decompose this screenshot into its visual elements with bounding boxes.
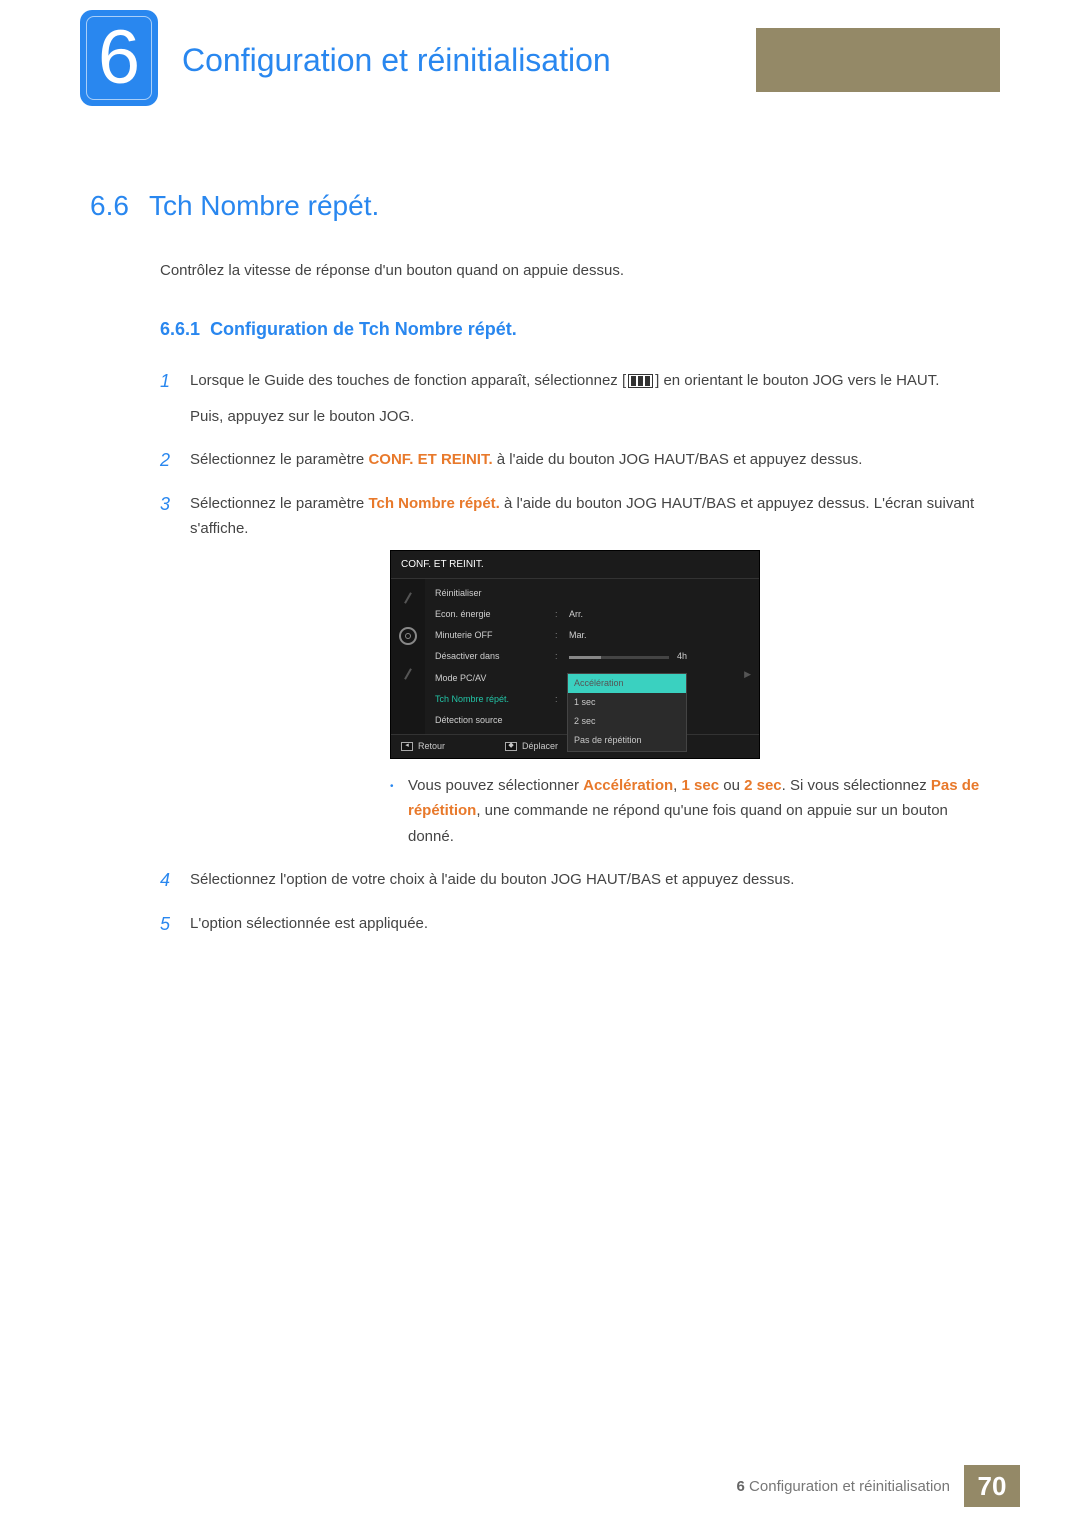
step-text: Puis, appuyez sur le bouton JOG.: [190, 408, 414, 425]
colon: :: [555, 649, 569, 664]
osd-main: Réinitialiser Econ. énergie:Arr. Minuter…: [425, 579, 759, 734]
osd-footer-label: Déplacer: [522, 739, 558, 754]
colon: :: [555, 607, 569, 622]
section-number: 6.6: [90, 190, 129, 221]
step-text: L'option sélectionnée est appliquée.: [190, 915, 428, 932]
step-text: Sélectionnez le paramètre: [190, 451, 368, 468]
page-content: 6.6 Tch Nombre répét. Contrôlez la vitess…: [0, 130, 1080, 936]
osd-footer-item: ◆ Déplacer: [505, 739, 558, 754]
step-text: Lorsque le Guide des touches de fonction…: [190, 372, 626, 389]
divider-icon: [404, 668, 412, 679]
osd-label: Econ. énergie: [435, 607, 555, 622]
osd-body: Réinitialiser Econ. énergie:Arr. Minuter…: [391, 579, 759, 734]
osd-footer-item: ◂ Retour: [401, 739, 445, 754]
osd-footer-label: Retour: [418, 739, 445, 754]
subsection-number: 6.6.1: [160, 319, 200, 339]
arrow-right-icon: ▶: [744, 667, 751, 682]
step-number: 3: [160, 489, 170, 520]
step-number: 2: [160, 445, 170, 476]
ui-term: CONF. ET REINIT.: [368, 451, 492, 468]
chapter-title: Configuration et réinitialisation: [182, 42, 629, 79]
footer-chapter-number: 6: [737, 1478, 745, 1495]
osd-sidebar: [391, 579, 425, 734]
chapter-number: 6: [98, 20, 140, 96]
osd-title: CONF. ET REINIT.: [391, 551, 759, 579]
step-text: à l'aide du bouton JOG HAUT/BAS et appuy…: [493, 451, 863, 468]
step-number: 5: [160, 909, 170, 940]
step-3: 3 Sélectionnez le paramètre Tch Nombre r…: [160, 491, 990, 850]
osd-row: Econ. énergie:Arr.: [425, 604, 759, 625]
bullet-text: . Si vous sélectionnez: [782, 777, 931, 794]
osd-label: Mode PC/AV: [435, 671, 555, 686]
ui-term: 2 sec: [744, 777, 782, 794]
osd-label: Tch Nombre répét.: [435, 692, 555, 707]
osd-row: Désactiver dans: 4h: [425, 646, 759, 667]
chapter-number-tab: 6: [80, 10, 158, 106]
ui-term: Tch Nombre répét.: [368, 495, 499, 512]
subsection-heading: 6.6.1 Configuration de Tch Nombre répét.: [160, 319, 990, 340]
osd-option: 2 sec: [568, 712, 686, 731]
colon: :: [555, 628, 569, 643]
osd-label: Réinitialiser: [435, 586, 555, 601]
section-heading: 6.6 Tch Nombre répét.: [90, 190, 990, 222]
step-5: 5 L'option sélectionnée est appliquée.: [160, 911, 990, 937]
osd-option: 1 sec: [568, 693, 686, 712]
bullet-text: ,: [673, 777, 681, 794]
osd-value: Mar.: [569, 628, 587, 643]
osd-label: Minuterie OFF: [435, 628, 555, 643]
step-2: 2 Sélectionnez le paramètre CONF. ET REI…: [160, 447, 990, 473]
bullet-text: Vous pouvez sélectionner: [408, 777, 583, 794]
osd-row: Minuterie OFF:Mar.: [425, 625, 759, 646]
osd-screenshot: CONF. ET REINIT. Réinitialiser Econ. éne…: [390, 550, 760, 759]
divider-icon: [404, 592, 412, 603]
footer-chapter-title: Configuration et réinitialisation: [749, 1478, 950, 1495]
subsection-title: Configuration de Tch Nombre répét.: [210, 319, 517, 339]
header-right-band: [756, 28, 1000, 92]
osd-option-selected: Accélération: [568, 674, 686, 693]
step-text: Sélectionnez l'option de votre choix à l…: [190, 871, 794, 888]
key-icon: ◂: [401, 742, 413, 751]
osd-value: 4h: [677, 649, 687, 664]
page-footer: 6 Configuration et réinitialisation 70: [737, 1465, 1020, 1507]
step-1: 1 Lorsque le Guide des touches de foncti…: [160, 368, 990, 429]
bullet-list: Vous pouvez sélectionner Accélération, 1…: [390, 773, 990, 850]
step-4: 4 Sélectionnez l'option de votre choix à…: [160, 867, 990, 893]
chapter-header: 6 Configuration et réinitialisation: [0, 0, 1080, 130]
steps-list: 1 Lorsque le Guide des touches de foncti…: [160, 368, 990, 936]
ui-term: 1 sec: [682, 777, 720, 794]
page-number: 70: [964, 1465, 1020, 1507]
ui-term: Accélération: [583, 777, 673, 794]
bullet-item: Vous pouvez sélectionner Accélération, 1…: [390, 773, 990, 850]
osd-label: Détection source: [435, 713, 555, 728]
key-icon: ◆: [505, 742, 517, 751]
osd-popup: Accélération 1 sec 2 sec Pas de répétiti…: [567, 673, 687, 752]
bullet-text: ou: [719, 777, 744, 794]
bullet-text: , une commande ne répond qu'une fois qua…: [408, 802, 948, 845]
osd-value: Arr.: [569, 607, 583, 622]
osd-row: Réinitialiser: [425, 583, 759, 604]
gear-icon: [399, 627, 417, 645]
footer-chapter: 6 Configuration et réinitialisation: [737, 1478, 964, 1495]
menu-icon: [628, 374, 653, 388]
section-intro: Contrôlez la vitesse de réponse d'un bou…: [160, 262, 990, 279]
step-text: ] en orientant le bouton JOG vers le HAU…: [655, 372, 939, 389]
osd-option: Pas de répétition: [568, 731, 686, 750]
osd-slider: [569, 656, 669, 659]
step-number: 1: [160, 366, 170, 397]
section-title: Tch Nombre répét.: [149, 190, 379, 221]
step-number: 4: [160, 865, 170, 896]
step-text: Sélectionnez le paramètre: [190, 495, 368, 512]
osd-label: Désactiver dans: [435, 649, 555, 664]
